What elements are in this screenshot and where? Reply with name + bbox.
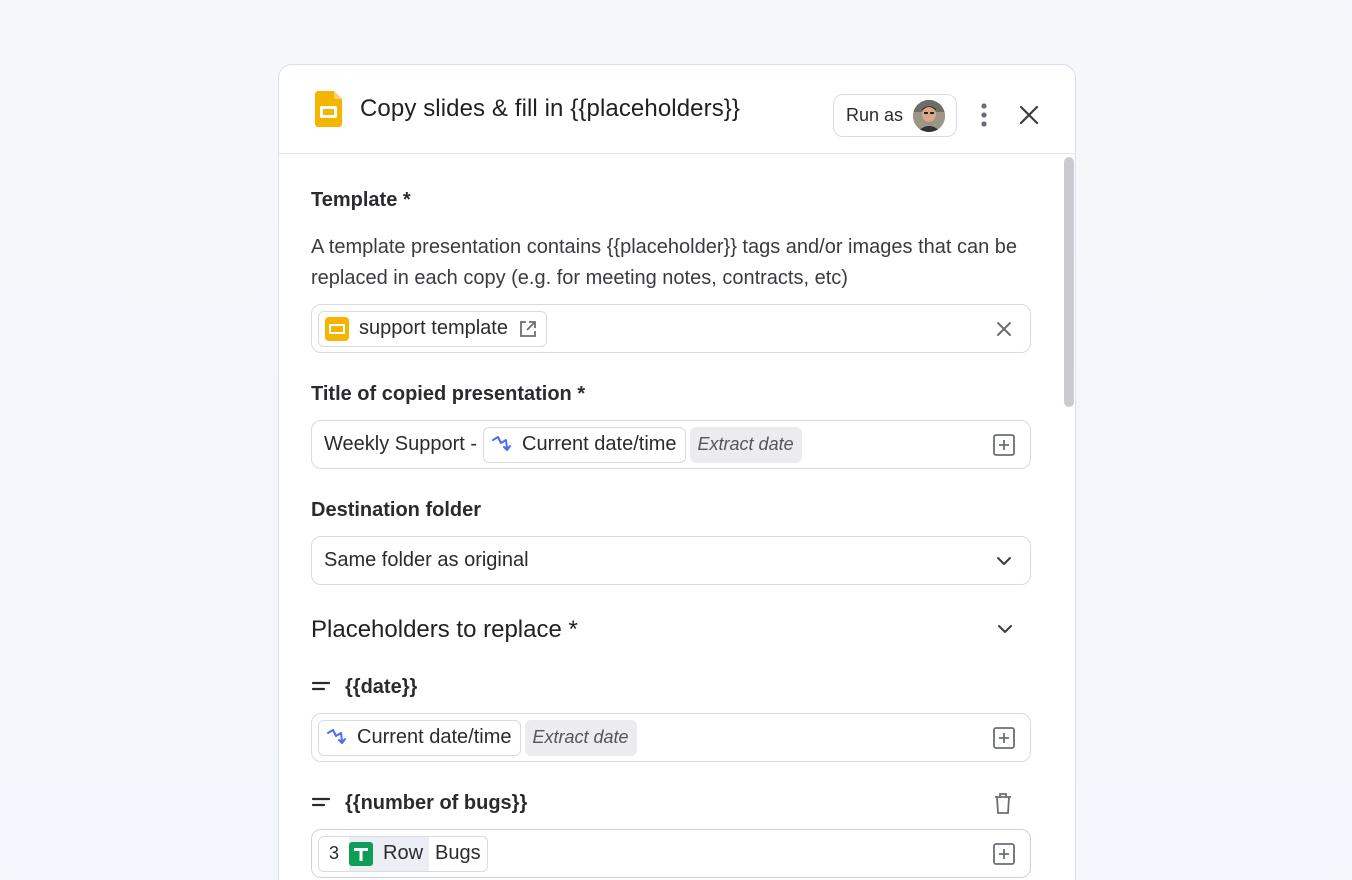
placeholders-title: Placeholders to replace * [311,616,578,643]
add-box-icon[interactable] [992,726,1016,750]
placeholder-name: {{number of bugs}} [311,792,527,815]
clear-icon[interactable] [992,317,1016,341]
panel-title: Copy slides & fill in {{placeholders}} [360,95,741,122]
destination-label: Destination folder [311,499,482,521]
drag-handle-icon[interactable] [311,792,331,815]
placeholder-name-text: {{number of bugs}} [345,792,528,814]
row-label: Row [383,842,424,864]
template-field[interactable]: support template [311,304,1031,353]
step-number: 3 [329,843,340,863]
step-reference-chip[interactable]: 3 Row Bugs [318,835,488,872]
sheets-icon [349,841,374,866]
placeholder-value-field[interactable]: Current date/time Extract date [311,713,1031,762]
step-config-panel: Copy slides & fill in {{placeholders}} R… [278,64,1076,880]
placeholder-name: {{date}} [311,676,417,699]
destination-select[interactable]: Same folder as original [311,536,1031,585]
run-as-label: Run as [846,105,904,125]
modifier-chip[interactable]: Extract date [689,426,802,463]
title-prefix: Weekly Support - [324,433,478,455]
template-description: A template presentation contains {{place… [311,236,1018,289]
chevron-down-icon[interactable] [993,617,1017,641]
title-field[interactable]: Weekly Support - Current date/time Extra… [311,420,1031,469]
slides-icon [325,316,349,341]
variable-chip[interactable]: Current date/time [318,719,521,756]
variable-icon [490,434,512,456]
add-box-icon[interactable] [992,433,1016,457]
template-label: Template * [311,189,411,211]
placeholder-value-field[interactable]: 3 Row Bugs [311,829,1031,878]
column-label: Bugs [435,842,481,864]
destination-value: Same folder as original [324,549,529,571]
variable-label: Current date/time [357,726,512,748]
slides-icon [315,91,342,127]
scrollbar-thumb[interactable] [1064,157,1074,407]
drag-handle-icon[interactable] [311,676,331,699]
external-link-icon[interactable] [518,319,538,339]
template-chip-label: support template [359,317,508,339]
variable-label: Current date/time [522,433,677,455]
chevron-down-icon[interactable] [992,549,1016,573]
avatar [913,100,945,132]
variable-icon [325,727,347,749]
template-chip[interactable]: support template [318,310,547,347]
modifier-chip[interactable]: Extract date [524,719,637,756]
run-as-button[interactable]: Run as [833,94,957,137]
trash-icon[interactable] [993,792,1013,816]
title-label: Title of copied presentation * [311,383,586,405]
variable-chip[interactable]: Current date/time [483,426,686,463]
close-icon[interactable] [1017,103,1041,127]
row-reference: Row [349,836,430,871]
placeholder-name-text: {{date}} [345,676,418,698]
more-vert-icon[interactable] [977,101,991,129]
add-box-icon[interactable] [992,842,1016,866]
